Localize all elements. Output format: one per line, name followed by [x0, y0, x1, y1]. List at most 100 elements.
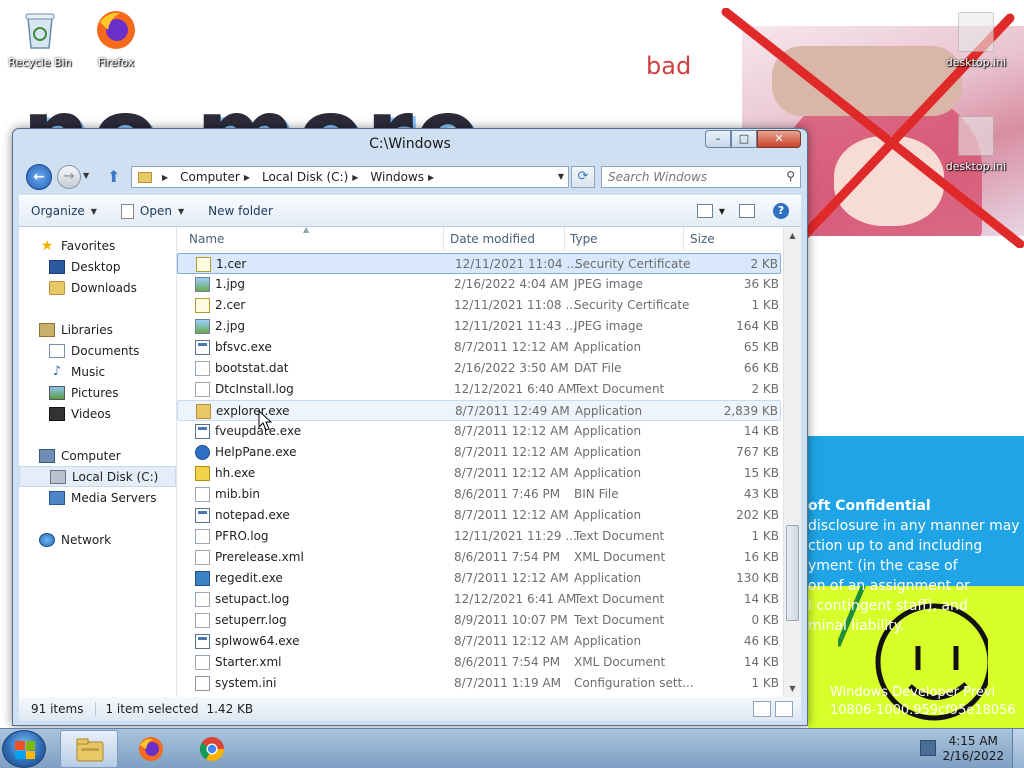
- search-icon[interactable]: ⚲: [786, 169, 795, 183]
- file-name: system.ini: [215, 676, 277, 690]
- close-button[interactable]: ✕: [757, 130, 801, 148]
- file-row[interactable]: setuperr.log 8/9/2011 10:07 PM Text Docume…: [177, 610, 781, 631]
- open-button[interactable]: Open ▼: [109, 203, 196, 219]
- column-header-type[interactable]: Type: [570, 232, 598, 246]
- desktop-icon-firefox[interactable]: Firefox: [76, 8, 156, 69]
- chevron-down-icon[interactable]: ▼: [719, 207, 725, 216]
- file-row[interactable]: Prerelease.xml 8/6/2011 7:54 PM XML Docume…: [177, 547, 781, 568]
- file-row[interactable]: regedit.exe 8/7/2011 12:12 AM Application 1…: [177, 568, 781, 589]
- breadcrumb-local-disk[interactable]: Local Disk (C:) ▶: [262, 170, 366, 184]
- nav-music[interactable]: ♪ Music: [19, 361, 176, 382]
- documents-icon: [49, 343, 65, 358]
- file-row[interactable]: hh.exe 8/7/2011 12:12 AM Application 15 KB: [177, 463, 781, 484]
- image-icon: [195, 277, 210, 292]
- file-size: 767 KB: [736, 445, 779, 459]
- file-row[interactable]: PFRO.log 12/11/2021 11:29 ... Text Documen…: [177, 526, 781, 547]
- help-icon: [195, 445, 210, 460]
- file-row[interactable]: DtcInstall.log 12/12/2021 6:40 AM Text Doc…: [177, 379, 781, 400]
- nav-documents[interactable]: Documents: [19, 340, 176, 361]
- file-row[interactable]: splwow64.exe 8/7/2011 12:12 AM Application…: [177, 631, 781, 652]
- breadcrumb-computer[interactable]: Computer ▶: [180, 170, 258, 184]
- column-divider[interactable]: [683, 227, 684, 251]
- network-tray-icon[interactable]: [920, 740, 936, 756]
- start-button[interactable]: [2, 730, 46, 768]
- column-header-date[interactable]: Date modified: [450, 232, 535, 246]
- column-header-size[interactable]: Size: [690, 232, 715, 246]
- column-divider[interactable]: [443, 227, 444, 251]
- large-icons-view-icon[interactable]: [775, 701, 793, 717]
- file-row[interactable]: bfsvc.exe 8/7/2011 12:12 AM Application 65 …: [177, 337, 781, 358]
- nav-favorites[interactable]: ★ Favorites: [19, 235, 176, 256]
- chevron-right-icon[interactable]: ▶: [162, 173, 168, 182]
- scrollbar-thumb[interactable]: [786, 525, 799, 621]
- desktop-icon-recycle-bin[interactable]: Recycle Bin: [0, 8, 80, 69]
- nav-network[interactable]: Network: [19, 529, 176, 550]
- taskbar-clock[interactable]: 4:15 AM 2/16/2022: [942, 734, 1004, 764]
- vertical-scrollbar[interactable]: ▲ ▼: [783, 227, 801, 697]
- column-header-name[interactable]: Name: [189, 232, 224, 246]
- file-row[interactable]: 2.jpg 12/11/2021 11:43 ... JPEG image 164 K…: [177, 316, 781, 337]
- media-server-icon: [49, 490, 65, 505]
- file-row[interactable]: 1.jpg 2/16/2022 4:04 AM JPEG image 36 KB: [177, 274, 781, 295]
- show-desktop-button[interactable]: [1012, 729, 1024, 768]
- navigation-bar: ← → ▼ ⬆ ▶ Computer ▶ Local Disk (C:) ▶ Win…: [13, 159, 807, 193]
- chevron-right-icon[interactable]: ▶: [352, 173, 358, 182]
- nav-pictures[interactable]: Pictures: [19, 382, 176, 403]
- scroll-up-arrow-icon[interactable]: ▲: [784, 227, 801, 244]
- nav-videos[interactable]: Videos: [19, 403, 176, 424]
- file-row[interactable]: notepad.exe 8/7/2011 12:12 AM Application 2…: [177, 505, 781, 526]
- search-input[interactable]: [602, 167, 774, 187]
- taskbar-chrome-button[interactable]: [183, 730, 241, 768]
- breadcrumb-windows[interactable]: Windows ▶: [370, 170, 442, 184]
- address-bar[interactable]: ▶ Computer ▶ Local Disk (C:) ▶ Windows ▶ ▼: [131, 166, 569, 188]
- maximize-button[interactable]: □: [731, 130, 757, 148]
- new-folder-button[interactable]: New folder: [196, 204, 285, 218]
- file-row[interactable]: Starter.xml 8/6/2011 7:54 PM XML Document 1…: [177, 652, 781, 673]
- window-controls: – □ ✕: [705, 130, 801, 148]
- help-icon[interactable]: ?: [773, 203, 789, 219]
- file-row[interactable]: system.ini 8/7/2011 1:19 AM Configuration …: [177, 673, 781, 694]
- nav-libraries[interactable]: Libraries: [19, 319, 176, 340]
- taskbar-firefox-button[interactable]: [122, 730, 180, 768]
- minimize-button[interactable]: –: [705, 130, 731, 148]
- ini-file-icon: [958, 12, 994, 52]
- view-toggle: [749, 701, 793, 717]
- file-name: HelpPane.exe: [215, 445, 297, 459]
- file-size: 66 KB: [743, 361, 779, 375]
- file-row[interactable]: 1.cer 12/11/2021 11:04 ... Security Certif…: [177, 253, 781, 274]
- file-size: 2,839 KB: [723, 404, 778, 418]
- address-dropdown[interactable]: ▼: [558, 172, 564, 181]
- nav-local-disk[interactable]: Local Disk (C:): [19, 466, 176, 487]
- nav-media-servers[interactable]: Media Servers: [19, 487, 176, 508]
- pictures-icon: [49, 385, 65, 400]
- file-row[interactable]: HelpPane.exe 8/7/2011 12:12 AM Application…: [177, 442, 781, 463]
- chevron-right-icon[interactable]: ▶: [428, 173, 434, 182]
- file-row[interactable]: 2.cer 12/11/2021 11:08 ... Security Certif…: [177, 295, 781, 316]
- file-row[interactable]: bootstat.dat 2/16/2022 3:50 AM DAT File 66 …: [177, 358, 781, 379]
- refresh-button[interactable]: ⟳: [571, 166, 595, 188]
- recent-pages-dropdown[interactable]: ▼: [83, 171, 89, 180]
- change-view-icon[interactable]: [696, 204, 713, 218]
- title-bar[interactable]: C:\Windows – □ ✕: [13, 129, 807, 159]
- desktop-icon-desktop-ini[interactable]: desktop.ini: [936, 12, 1016, 69]
- chevron-right-icon[interactable]: ▶: [244, 173, 250, 182]
- nav-downloads[interactable]: Downloads: [19, 277, 176, 298]
- column-divider[interactable]: [564, 227, 565, 251]
- sort-arrow-icon: ▲: [303, 227, 310, 234]
- up-arrow-icon[interactable]: ⬆: [107, 167, 120, 186]
- organize-button[interactable]: Organize ▼: [19, 204, 109, 218]
- back-button[interactable]: ←: [26, 164, 52, 190]
- nav-desktop[interactable]: Desktop: [19, 256, 176, 277]
- taskbar-explorer-button[interactable]: [60, 730, 118, 768]
- file-date-modified: 12/11/2021 11:43 ...: [454, 319, 577, 333]
- preview-pane-icon[interactable]: [739, 204, 755, 218]
- file-row[interactable]: mib.bin 8/6/2011 7:46 PM BIN File 43 KB: [177, 484, 781, 505]
- scroll-down-arrow-icon[interactable]: ▼: [784, 680, 801, 697]
- desktop-icon-desktop-ini-2[interactable]: desktop.ini: [936, 116, 1016, 173]
- forward-button[interactable]: →: [57, 165, 81, 189]
- details-view-icon[interactable]: [753, 701, 771, 717]
- file-date-modified: 8/7/2011 1:19 AM: [454, 676, 562, 690]
- nav-computer[interactable]: Computer: [19, 445, 176, 466]
- file-row[interactable]: setupact.log 12/12/2021 6:41 AM Text Docum…: [177, 589, 781, 610]
- regedit-icon: [195, 571, 210, 586]
